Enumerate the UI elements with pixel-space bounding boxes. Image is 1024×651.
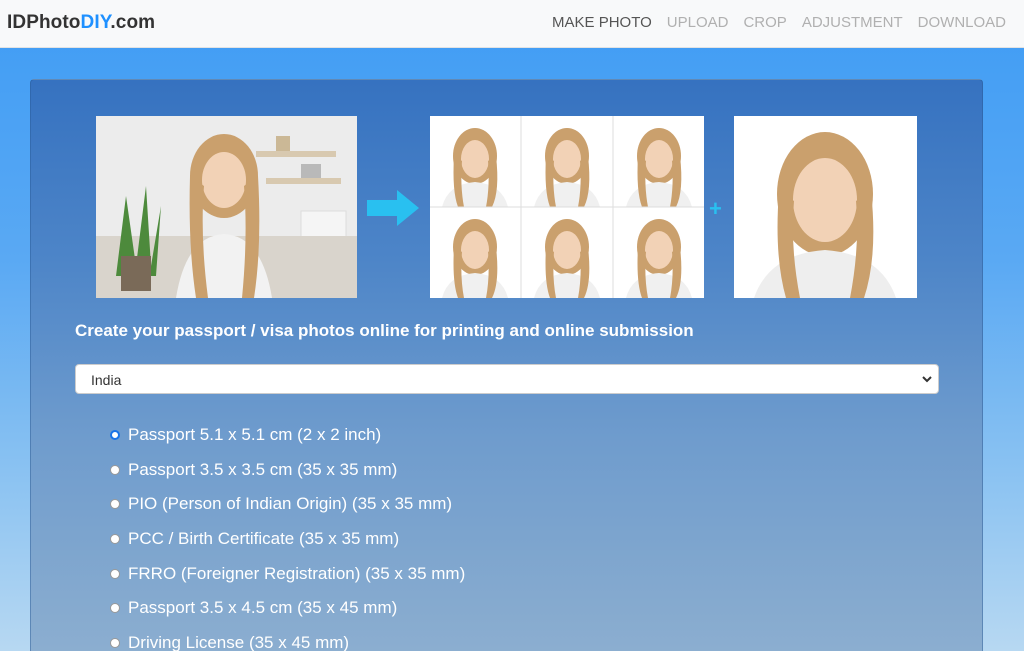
option-pcc-birth[interactable]: PCC / Birth Certificate (35 x 35 mm) (110, 522, 465, 557)
country-select-value: India (91, 372, 122, 388)
nav-adjustment[interactable]: ADJUSTMENT (802, 14, 903, 31)
brand-part-1: IDPhoto (7, 12, 81, 33)
radio-icon[interactable] (110, 464, 120, 475)
option-label: PCC / Birth Certificate (35 x 35 mm) (128, 529, 400, 549)
radio-icon[interactable] (110, 637, 120, 648)
nav-make-photo[interactable]: MAKE PHOTO (552, 14, 652, 31)
option-label: Passport 5.1 x 5.1 cm (2 x 2 inch) (128, 425, 382, 445)
radio-icon[interactable] (110, 568, 120, 579)
option-label: Passport 3.5 x 4.5 cm (35 x 45 mm) (128, 598, 398, 618)
nav-upload[interactable]: UPLOAD (667, 14, 729, 31)
radio-icon[interactable] (110, 499, 120, 510)
print-sheet-photo (430, 116, 704, 298)
main-nav: MAKE PHOTO UPLOAD CROP ADJUSTMENT DOWNLO… (552, 14, 1006, 31)
option-label: Driving License (35 x 45 mm) (128, 632, 350, 651)
nav-crop[interactable]: CROP (743, 14, 786, 31)
option-passport-51x51[interactable]: Passport 5.1 x 5.1 cm (2 x 2 inch) (110, 418, 465, 453)
option-passport-35x35[interactable]: Passport 3.5 x 3.5 cm (35 x 35 mm) (110, 453, 465, 488)
brand-part-3: .com (110, 12, 156, 33)
brand-part-2: DIY (80, 12, 111, 33)
option-driving-license[interactable]: Driving License (35 x 45 mm) (110, 626, 465, 651)
nav-download[interactable]: DOWNLOAD (918, 14, 1006, 31)
option-label: PIO (Person of Indian Origin) (35 x 35 m… (128, 494, 453, 514)
radio-icon[interactable] (110, 603, 120, 614)
option-passport-35x45[interactable]: Passport 3.5 x 4.5 cm (35 x 45 mm) (110, 591, 465, 626)
brand-logo[interactable]: IDPhotoDIY.com (7, 12, 155, 34)
option-pio[interactable]: PIO (Person of Indian Origin) (35 x 35 m… (110, 487, 465, 522)
photo-type-options: Passport 5.1 x 5.1 cm (2 x 2 inch) Passp… (110, 418, 465, 651)
radio-icon[interactable] (110, 534, 120, 545)
navbar: IDPhotoDIY.com MAKE PHOTO UPLOAD CROP AD… (0, 0, 1024, 48)
page-headline: Create your passport / visa photos onlin… (75, 321, 694, 340)
option-frro[interactable]: FRRO (Foreigner Registration) (35 x 35 m… (110, 556, 465, 591)
source-photo (96, 116, 357, 298)
plus-icon: + (709, 196, 722, 221)
chevron-down-icon (922, 376, 932, 383)
option-label: FRRO (Foreigner Registration) (35 x 35 m… (128, 563, 466, 583)
digital-photo (734, 116, 917, 298)
country-select[interactable]: India (75, 364, 939, 394)
option-label: Passport 3.5 x 3.5 cm (35 x 35 mm) (128, 459, 398, 479)
radio-icon[interactable] (110, 430, 120, 441)
right-arrow-icon (367, 190, 419, 226)
